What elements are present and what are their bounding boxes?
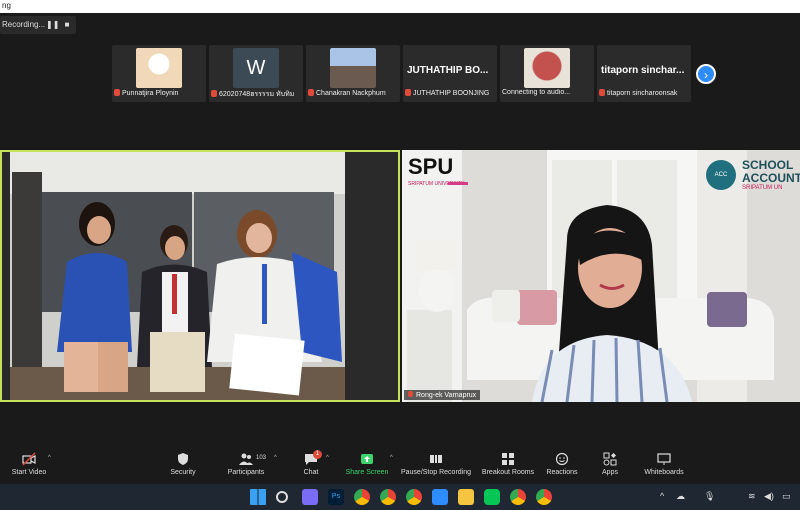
mic-muted-icon (408, 391, 413, 397)
apps-icon (603, 452, 617, 466)
share-screen-button[interactable]: Share Screen (344, 452, 390, 484)
chevron-up-icon[interactable]: ^ (390, 455, 393, 461)
speaker-icon[interactable]: ◀) (764, 491, 774, 502)
mic-muted-icon (405, 89, 411, 96)
chevron-up-icon[interactable]: ^ (48, 455, 51, 461)
chat-badge: 1 (313, 450, 322, 459)
participant-video-large[interactable]: SPU SRIPATUM UNIVERSITY ACC SCHOOL ACCOU… (402, 150, 800, 402)
participants-icon (239, 453, 253, 465)
microphone-icon[interactable]: 🎙 (704, 491, 715, 502)
chevron-up-icon[interactable]: ^ (660, 491, 664, 501)
participant-name-label: Rong-ek Varnaprux (404, 390, 481, 400)
chrome-app-icon[interactable] (406, 489, 422, 505)
recording-indicator: Recording... ❚❚ ■ (0, 16, 76, 34)
participant-video (330, 48, 376, 88)
participant-name: titaporn sincharoonsak (599, 89, 689, 99)
recording-label: Recording... (2, 20, 46, 29)
security-button[interactable]: Security (166, 452, 200, 484)
acc-badge-icon: ACC (706, 160, 736, 190)
line-app-icon[interactable] (484, 489, 500, 505)
participant-strip: Punnatjira Ploynin W 62020748ฮรรรรม ทับท… (112, 45, 692, 103)
start-video-button[interactable]: Start Video (8, 452, 50, 484)
window-title-bar: ng (0, 0, 800, 13)
breakout-rooms-button[interactable]: Breakout Rooms (480, 452, 536, 484)
participant-tile[interactable]: JUTHATHIP BO... JUTHATHIP BOONJING (403, 45, 497, 102)
file-explorer-icon[interactable] (458, 489, 474, 505)
chrome-app-icon[interactable] (380, 489, 396, 505)
pause-stop-icon (430, 455, 442, 463)
chevron-right-icon[interactable]: › (696, 64, 716, 84)
whiteboards-button[interactable]: Whiteboards (640, 452, 688, 484)
chevron-up-icon[interactable]: ^ (274, 455, 277, 461)
pause-stop-recording-button[interactable]: Pause/Stop Recording (400, 452, 472, 484)
cloud-icon[interactable]: ☁ (676, 491, 685, 502)
active-speaker-video[interactable] (0, 150, 400, 402)
participant-tile[interactable]: titaporn sinchar... titaporn sincharoons… (597, 45, 691, 102)
participants-count: 103 (256, 455, 267, 461)
participant-name: JUTHATHIP BOONJING (405, 89, 495, 99)
mic-muted-icon (599, 89, 605, 96)
wifi-icon[interactable]: ≋ (748, 491, 756, 502)
smiley-icon (555, 452, 569, 466)
video-off-icon (22, 452, 36, 466)
pause-icon[interactable]: ❚❚ (46, 20, 59, 30)
window-title: ng (2, 1, 11, 10)
stop-icon[interactable]: ■ (62, 20, 72, 30)
photoshop-app-icon[interactable]: Ps (328, 489, 344, 505)
search-icon[interactable] (276, 491, 288, 503)
chrome-app-icon[interactable] (536, 489, 552, 505)
school-logo: ACC SCHOOL ACCOUNT SRIPATUM UN (706, 156, 800, 194)
chrome-app-icon[interactable] (510, 489, 526, 505)
zoom-app-icon[interactable] (432, 489, 448, 505)
whiteboard-icon (657, 453, 671, 465)
share-screen-icon (361, 454, 373, 464)
spu-logo: SPU SRIPATUM UNIVERSITY (408, 156, 470, 196)
mic-muted-icon (114, 89, 120, 96)
battery-icon[interactable]: ▭ (782, 491, 791, 502)
avatar: W (233, 48, 279, 88)
participant-video (136, 48, 182, 88)
participant-display-name: JUTHATHIP BO... (407, 65, 489, 76)
participant-display-name: titaporn sinchar... (601, 65, 685, 76)
shield-icon (178, 453, 188, 465)
speaker-video-frame (2, 152, 398, 400)
participant-tile[interactable]: Chanakran Nackphum (306, 45, 400, 102)
participant-name: Punnatjira Ploynin (114, 89, 204, 99)
windows-start-icon[interactable] (250, 489, 266, 505)
os-taskbar: Ps ^ ☁ 🎙 ≋ ◀) ▭ (0, 484, 800, 510)
mic-muted-icon (211, 90, 217, 97)
reactions-button[interactable]: Reactions (544, 452, 580, 484)
participant-name: 62020748ฮรรรรม ทับทิม (211, 89, 301, 99)
participant-name: Chanakran Nackphum (308, 89, 398, 99)
teams-app-icon[interactable] (302, 489, 318, 505)
participant-tile[interactable]: Connecting to audio... (500, 45, 594, 102)
participant-tile[interactable]: W 62020748ฮรรรรม ทับทิม (209, 45, 303, 102)
breakout-rooms-icon (502, 453, 514, 465)
participant-name: Connecting to audio... (502, 89, 571, 96)
chevron-up-icon[interactable]: ^ (326, 455, 329, 461)
apps-button[interactable]: Apps (598, 452, 622, 484)
chrome-app-icon[interactable] (354, 489, 370, 505)
meeting-toolbar: Start Video ^ Security Participants 103 … (0, 448, 800, 484)
mic-muted-icon (308, 89, 314, 96)
participant-tile[interactable]: Punnatjira Ploynin (112, 45, 206, 102)
participant-video (524, 48, 570, 88)
